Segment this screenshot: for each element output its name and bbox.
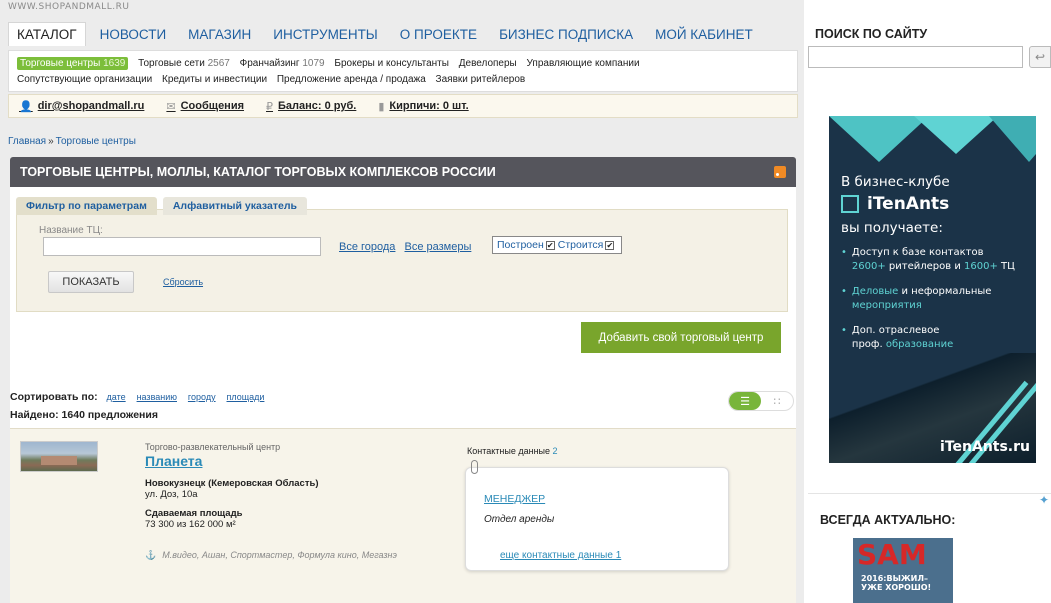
ad-decor <box>989 116 1036 162</box>
breadcrumb-malls[interactable]: Торговые центры <box>56 136 136 147</box>
itenants-logo-icon <box>841 195 859 213</box>
view-toggle: ☰ ∷ <box>728 391 794 411</box>
filter-box: Название ТЦ: Все города Все размеры Пост… <box>16 209 788 312</box>
sort-name[interactable]: названию <box>137 392 177 402</box>
twitter-icon[interactable]: ✦ <box>1039 493 1049 507</box>
nav-shop[interactable]: МАГАЗИН <box>188 27 251 42</box>
area-value: 73 300 из 162 000 м² <box>145 519 236 530</box>
subnav-developers[interactable]: Девелоперы <box>459 58 517 69</box>
subnav-franchising[interactable]: Франчайзинг 1079 <box>240 58 325 69</box>
status-filter: Построен ✔ Строится ✔ <box>492 236 623 254</box>
ad-benefit: • Деловые и неформальные мероприятия <box>841 286 992 311</box>
ad-decor <box>914 116 998 154</box>
brick-icon: ▮ <box>378 100 385 113</box>
breadcrumb: Главная» Торговые центры <box>8 136 136 147</box>
all-sizes-link[interactable]: Все размеры <box>405 241 472 253</box>
area-label: Сдаваемая площадь <box>145 508 243 519</box>
sort-date[interactable]: дате <box>107 392 126 402</box>
list-view-icon[interactable]: ☰ <box>729 392 761 410</box>
bricks-link[interactable]: ▮ Кирпичи: 0 шт. <box>378 100 468 113</box>
search-submit-icon[interactable]: ↩ <box>1029 46 1051 68</box>
sort-area[interactable]: площади <box>227 392 265 402</box>
balance-link[interactable]: ₽ Баланс: 0 руб. <box>266 100 356 113</box>
always-actual-title: ВСЕГДА АКТУАЛЬНО: <box>820 513 956 527</box>
paperclip-icon <box>471 460 478 474</box>
subnav-rent[interactable]: Предложение аренда / продажа <box>277 74 426 85</box>
reset-link[interactable]: Сбросить <box>163 277 203 287</box>
more-contacts-link[interactable]: еще контактные данные 1 <box>500 550 621 561</box>
contact-card: МЕНЕДЖЕР Отдел аренды еще контактные дан… <box>465 460 729 571</box>
main-nav: КАТАЛОГ НОВОСТИ МАГАЗИН ИНСТРУМЕНТЫ О ПР… <box>8 20 798 48</box>
subnav-management[interactable]: Управляющие компании <box>527 58 640 69</box>
mall-name-input[interactable] <box>43 237 321 256</box>
sort-row: Сортировать по: дате названию городу пло… <box>10 391 265 403</box>
page-title: ТОРГОВЫЕ ЦЕНТРЫ, МОЛЛЫ, КАТАЛОГ ТОРГОВЫХ… <box>10 157 796 187</box>
nav-news[interactable]: НОВОСТИ <box>100 27 167 42</box>
subnav-brokers[interactable]: Брокеры и консультанты <box>334 58 449 69</box>
tab-params[interactable]: Фильтр по параметрам <box>16 197 157 215</box>
ruble-icon: ₽ <box>266 100 274 113</box>
contact-role-link[interactable]: МЕНЕДЖЕР <box>484 493 545 505</box>
ad-benefit: • Доступ к базе контактов 2600+ ритейлеров… <box>841 247 1015 272</box>
breadcrumb-home[interactable]: Главная <box>8 136 46 147</box>
nav-tools[interactable]: ИНСТРУМЕНТЫ <box>273 27 377 42</box>
magazine-cover[interactable]: SAM 2016:ВЫЖИЛ– УЖЕ ХОРОШО! <box>853 538 953 603</box>
contacts-label: Контактные данные 2 <box>467 446 558 456</box>
ad-url: iTenAnts.ru <box>940 439 1030 455</box>
filter-tabs: Фильтр по параметрам Алфавитный указател… <box>16 197 313 215</box>
show-button[interactable]: ПОКАЗАТЬ <box>48 271 134 293</box>
subnav-requests[interactable]: Заявки ритейлеров <box>436 74 526 85</box>
user-bar: 👤 dir@shopandmall.ru ✉ Сообщения ₽ Баланс: … <box>8 94 798 118</box>
ad-line2: вы получаете: <box>841 220 943 236</box>
rss-icon[interactable] <box>774 166 786 178</box>
nav-business[interactable]: БИЗНЕС ПОДПИСКА <box>499 27 633 42</box>
anchor-icon: ⚓ <box>145 550 157 560</box>
sort-city[interactable]: городу <box>188 392 216 402</box>
user-icon: 👤 <box>19 100 33 113</box>
magazine-subtitle: 2016:ВЫЖИЛ– УЖЕ ХОРОШО! <box>861 574 932 592</box>
search-title: ПОИСК ПО САЙТУ <box>815 27 928 41</box>
tab-alphabet[interactable]: Алфавитный указатель <box>162 197 307 215</box>
subnav-related[interactable]: Сопутствующие организации <box>17 74 152 85</box>
mall-address: ул. Доз, 10а <box>145 489 198 500</box>
grid-view-icon[interactable]: ∷ <box>761 392 793 410</box>
filter-links: Все города Все размеры <box>339 241 477 253</box>
ad-benefits: • Доступ к базе контактов 2600+ ритейлеров… <box>841 246 1031 363</box>
all-cities-link[interactable]: Все города <box>339 241 395 253</box>
sub-nav: Торговые центры 1639 Торговые сети 2567 … <box>8 50 798 92</box>
subnav-chains[interactable]: Торговые сети 2567 <box>138 58 230 69</box>
name-label: Название ТЦ: <box>39 225 103 236</box>
mall-type: Торгово-развлекательный центр <box>145 442 281 452</box>
magazine-title: SAM <box>857 538 927 571</box>
nav-about[interactable]: О ПРОЕКТЕ <box>400 27 477 42</box>
ad-benefit: • Доп. отраслевое проф. образование <box>841 325 954 350</box>
building-checkbox[interactable]: ✔ <box>605 240 615 250</box>
subnav-credits[interactable]: Кредиты и инвестиции <box>162 74 267 85</box>
mall-city: Новокузнецк (Кемеровская Область) <box>145 478 319 489</box>
messages-link[interactable]: ✉ Сообщения <box>166 100 244 113</box>
user-email-link[interactable]: 👤 dir@shopandmall.ru <box>19 100 144 113</box>
contact-dept: Отдел аренды <box>484 514 555 525</box>
nav-cabinet[interactable]: МОЙ КАБИНЕТ <box>655 27 753 42</box>
site-url: WWW.SHOPANDMALL.RU <box>8 2 130 12</box>
search-input[interactable] <box>808 46 1023 68</box>
mall-name-link[interactable]: Планета <box>145 453 202 469</box>
mall-thumbnail[interactable] <box>20 441 98 472</box>
ad-brand: iTenAnts <box>841 194 949 214</box>
envelope-icon: ✉ <box>166 100 176 113</box>
ad-line1: В бизнес-клубе <box>841 174 950 190</box>
add-mall-button[interactable]: Добавить свой торговый центр <box>581 322 781 353</box>
tenants: ⚓ М.видео, Ашан, Спортмастер, Формула кин… <box>145 550 397 560</box>
itenants-ad-banner[interactable]: В бизнес-клубе iTenAnts вы получаете: • Д… <box>829 116 1036 463</box>
nav-catalog[interactable]: КАТАЛОГ <box>8 22 86 46</box>
built-checkbox[interactable]: ✔ <box>545 240 555 250</box>
list-item: Торгово-развлекательный центр Планета Но… <box>10 428 796 603</box>
found-count: Найдено: 1640 предложения <box>10 409 158 421</box>
subnav-malls[interactable]: Торговые центры 1639 <box>17 57 129 70</box>
